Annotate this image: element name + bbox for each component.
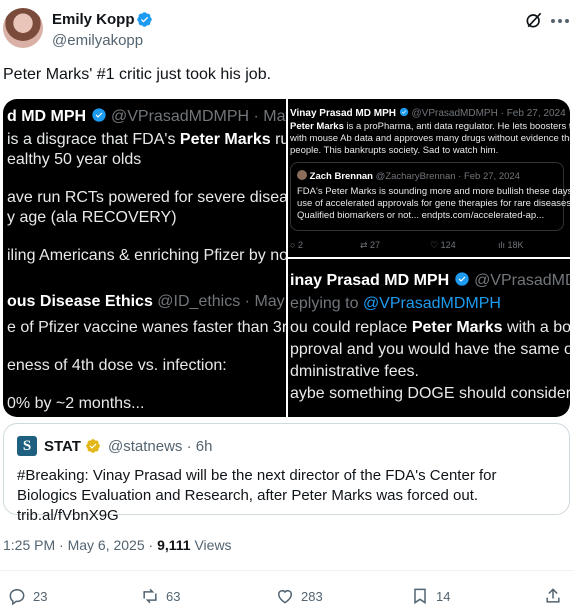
media-grid: d MD MPH @VPrasadMDMPH · May 31, is a di… <box>3 99 570 417</box>
left-header-handle: @VPrasadMDMPH · May 31, <box>111 108 286 125</box>
quoted-author-name: STAT <box>44 438 81 455</box>
verified-badge-icon <box>454 272 469 286</box>
br-replying: eplying to @VPrasadMDMPH <box>290 295 501 312</box>
br-line1: ou could replace Peter Marks with a bobb <box>290 319 570 336</box>
views-count: 9,111 <box>157 537 191 553</box>
tr-quoted-card: Zach Brennan @ZacharyBrennan · Feb 27, 2… <box>290 162 570 231</box>
tweet-text: Peter Marks' #1 critic just took his job… <box>3 66 272 83</box>
author-name[interactable]: Emily Kopp <box>52 11 135 28</box>
stat-logo: S <box>17 436 37 456</box>
tweet-timestamp[interactable]: 1:25 PM · May 6, 2025 · <box>3 537 157 553</box>
share-button[interactable] <box>543 585 563 607</box>
left-line4: y age (ala RECOVERY) <box>7 209 177 226</box>
media-image-top-right[interactable]: Vinay Prasad MD MPH @VPrasadMDMPH · Feb … <box>288 99 570 257</box>
views-label: Views <box>190 537 232 553</box>
share-icon <box>546 588 560 603</box>
tr-q3: Qualified biomarkers or not... endpts.co… <box>297 210 545 221</box>
left-header: d MD MPH @VPrasadMDMPH · May 31, <box>7 107 286 126</box>
left-line5: iling Americans & enriching Pfizer by no… <box>7 247 286 264</box>
br-line4: aybe something DOGE should consider. <box>290 385 570 402</box>
tr-likes: ♡ 124 <box>430 240 456 250</box>
verified-badge-icon <box>137 12 152 27</box>
br-line2: pproval and you would have the same out <box>290 341 570 358</box>
bookmark-button[interactable]: 14 <box>410 585 450 607</box>
left-quoted-header: ous Disease Ethics @ID_ethics · May 31, … <box>7 293 286 310</box>
reply-icon <box>9 588 25 606</box>
more-options-icon[interactable] <box>550 18 570 24</box>
tweet-meta: 1:25 PM · May 6, 2025 · 9,111 Views <box>3 537 232 553</box>
br-header: inay Prasad MD MPH @VPrasadMDMPH <box>290 272 570 289</box>
media-image-left[interactable]: d MD MPH @VPrasadMDMPH · May 31, is a di… <box>3 99 286 417</box>
divider <box>0 570 574 571</box>
tr-reposts: ⇄ 27 <box>360 240 381 250</box>
br-line3: dministrative fees. <box>290 363 419 380</box>
tr-quoted-header: Zach Brennan @ZacharyBrennan · Feb 27, 2… <box>297 170 520 182</box>
author-handle[interactable]: @emilyakopp <box>52 32 143 49</box>
like-count: 283 <box>301 588 323 604</box>
bookmark-icon <box>414 588 426 605</box>
tr-text1: Peter Marks is a proPharma, anti data re… <box>290 121 570 132</box>
repost-count: 63 <box>166 588 181 604</box>
left-line3: ave run RCTs powered for severe disease,… <box>7 189 286 206</box>
repost-button[interactable]: 63 <box>140 585 180 607</box>
verified-badge-icon <box>91 108 106 122</box>
action-bar: 23 63 283 14 <box>0 585 574 609</box>
reply-count: 23 <box>33 588 48 604</box>
tweet-header: Emily Kopp @emilyakopp <box>0 0 574 60</box>
verified-org-badge-icon <box>86 439 100 453</box>
quoted-tweet-card[interactable]: S STAT @statnews · 6h #Breaking: Vinay P… <box>3 423 570 524</box>
media-image-bottom-right[interactable]: inay Prasad MD MPH @VPrasadMDMPH eplying… <box>288 259 570 417</box>
left-line7: eness of 4th dose vs. infection: <box>7 357 227 374</box>
quoted-tweet-text: #Breaking: Vinay Prasad will be the next… <box>17 467 497 524</box>
repost-icon <box>143 588 157 604</box>
bookmark-count: 14 <box>436 588 451 604</box>
like-button[interactable]: 283 <box>275 585 323 607</box>
left-line8: 0% by ~2 months... <box>7 395 145 412</box>
tr-header: Vinay Prasad MD MPH @VPrasadMDMPH · Feb … <box>290 107 566 119</box>
tr-replies: ○ 2 <box>290 240 303 250</box>
verified-badge-icon <box>399 107 408 117</box>
grok-icon[interactable] <box>524 10 544 30</box>
tr-text2: with mouse Ab data and approves many dru… <box>290 133 570 144</box>
author-avatar[interactable] <box>3 8 43 48</box>
tr-views: ılı 18K <box>498 240 524 250</box>
tr-text3: people. This bankrupts society. Sad to w… <box>290 145 499 156</box>
left-line2: ealthy 50 year olds <box>7 151 142 168</box>
quoted-author-handle: @statnews · 6h <box>108 438 213 455</box>
left-header-name: d MD MPH <box>7 108 87 125</box>
heart-icon <box>278 590 292 604</box>
left-line6: e of Pfizer vaccine wanes faster than 3r… <box>7 319 286 336</box>
tr-q1: FDA's Peter Marks is sounding more and m… <box>297 186 570 197</box>
reply-button[interactable]: 23 <box>7 585 47 607</box>
quoted-avatar <box>297 170 307 180</box>
left-line1: is a disgrace that FDA's Peter Marks rub… <box>7 131 286 148</box>
tr-q2: use of accelerated approvals for gene th… <box>297 198 570 209</box>
